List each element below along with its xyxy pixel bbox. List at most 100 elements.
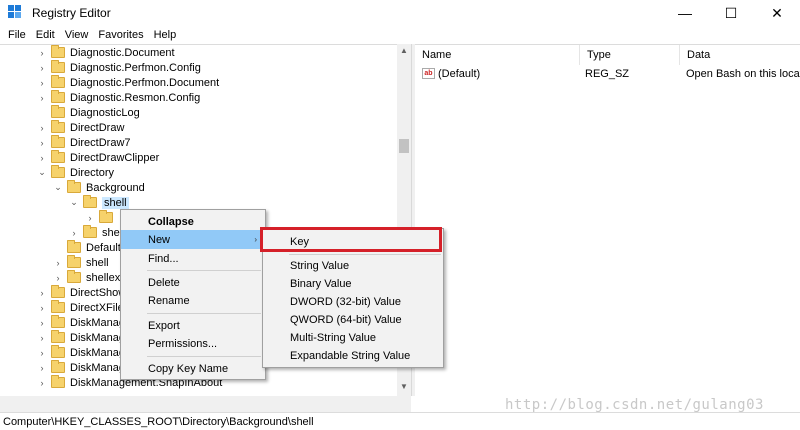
tree-item[interactable]: › DiskManag [37,315,125,330]
tree-item[interactable]: › DirectDrawClipper [37,150,159,165]
tree-item[interactable]: › DiskManag [37,345,125,360]
column-header-type[interactable]: Type [580,45,680,65]
scrollbar-thumb[interactable] [399,139,409,153]
tree-item[interactable]: › DirectXFile [37,300,124,315]
tree-item-label: DiskManag [70,361,126,374]
tree-item[interactable]: ⌄ Background [53,180,145,195]
submenu-string-value[interactable]: String Value [263,256,443,275]
expand-chevron-icon[interactable]: › [85,213,95,223]
expand-chevron-icon[interactable]: › [37,138,47,148]
menu-edit[interactable]: Edit [31,29,60,41]
tree-item[interactable]: › she [69,225,120,240]
context-menu-collapse[interactable]: Collapse [121,212,265,231]
tree-item[interactable]: › Diagnostic.Perfmon.Config [37,60,201,75]
expand-chevron-icon[interactable]: › [37,78,47,88]
submenu-qword-value[interactable]: QWORD (64-bit) Value [263,310,443,329]
submenu-binary-value[interactable]: Binary Value [263,274,443,293]
tree-item[interactable]: DiagnosticLog [37,105,140,120]
menu-help[interactable]: Help [149,29,182,41]
context-menu-copy-key-name[interactable]: Copy Key Name [121,359,265,378]
minimize-button[interactable]: — [662,0,708,26]
expand-chevron-icon[interactable]: › [37,93,47,103]
close-button[interactable]: ✕ [754,0,800,26]
submenu-expandable-string-value[interactable]: Expandable String Value [263,346,443,365]
column-header-name[interactable]: Name [415,45,580,65]
expand-chevron-icon[interactable]: › [37,63,47,73]
tree-item[interactable]: › DiskManag [37,360,125,375]
context-menu: Collapse New › Find... Delete Rename Exp… [120,209,266,380]
expand-chevron-icon[interactable]: › [37,378,47,388]
key-highlight-box [260,227,442,252]
tree-item-label: Diagnostic.Resmon.Config [70,91,201,104]
folder-icon [51,90,65,103]
folder-icon [51,330,65,343]
context-menu-rename[interactable]: Rename [121,291,265,310]
expand-chevron-icon[interactable]: › [37,48,47,58]
status-bar: Computer\HKEY_CLASSES_ROOT\Directory\Bac… [0,412,800,430]
context-menu-permissions[interactable]: Permissions... [121,334,265,353]
expand-chevron-icon[interactable]: › [53,258,63,268]
tree-horizontal-scrollbar[interactable] [0,396,411,412]
tree-item-label: DiagnosticLog [70,106,140,119]
tree-item-label: DirectShow [70,286,127,299]
expand-chevron-icon[interactable]: › [37,288,47,298]
collapse-chevron-icon[interactable]: ⌄ [53,182,63,193]
folder-icon [51,45,65,58]
context-menu-export[interactable]: Export [121,316,265,335]
tree-item[interactable]: ⌄ Directory [37,165,114,180]
expand-chevron-icon[interactable]: › [37,153,47,163]
tree-item-label: DiskManag [70,331,126,344]
folder-icon [51,75,65,88]
title-bar: Registry Editor — ☐ ✕ [0,0,800,26]
tree-item[interactable]: › DirectShow [37,285,126,300]
values-pane[interactable]: Name Type Data ab (Default) REG_SZ Open … [415,44,800,396]
scroll-up-arrow-icon[interactable]: ▲ [397,46,411,55]
folder-icon [67,270,81,283]
context-menu-new-label: New [148,233,171,246]
tree-item-selected[interactable]: ⌄ shell [69,195,129,210]
tree-item[interactable]: › [85,210,118,225]
tree-item[interactable]: › Diagnostic.Resmon.Config [37,90,200,105]
collapse-chevron-icon[interactable]: ⌄ [37,167,47,178]
submenu-dword-value[interactable]: DWORD (32-bit) Value [263,292,443,311]
folder-icon [51,345,65,358]
submenu-multi-string-value[interactable]: Multi-String Value [263,328,443,347]
scroll-down-arrow-icon[interactable]: ▼ [397,382,411,391]
collapse-chevron-icon[interactable]: ⌄ [69,197,79,208]
expand-chevron-icon[interactable]: › [37,318,47,328]
maximize-button[interactable]: ☐ [708,0,754,26]
value-name: (Default) [438,67,481,80]
table-row[interactable]: ab (Default) REG_SZ Open Bash on this lo… [415,65,800,82]
context-menu-delete[interactable]: Delete [121,273,265,292]
expand-chevron-icon[interactable]: › [69,228,79,238]
tree-item[interactable]: › DirectDraw7 [37,135,131,150]
tree-item[interactable]: › Diagnostic.Perfmon.Document [37,75,219,90]
column-header-data[interactable]: Data [680,45,800,65]
expand-chevron-icon[interactable]: › [37,363,47,373]
expand-chevron-icon[interactable]: › [37,333,47,343]
string-value-icon: ab [422,68,435,79]
menu-separator [147,356,261,357]
tree-item-label: Diagnostic.Perfmon.Config [70,61,201,74]
menu-file[interactable]: File [3,29,31,41]
tree-item[interactable]: › Diagnostic.Document [37,45,175,60]
menu-separator [289,254,441,255]
expand-chevron-icon[interactable]: › [53,273,63,283]
tree-item[interactable]: Default [53,240,121,255]
folder-icon [67,240,81,253]
context-menu-new[interactable]: New › [121,230,265,249]
value-data-cell: Open Bash on this locatio [686,67,800,80]
expand-chevron-icon[interactable]: › [37,348,47,358]
tree-item[interactable]: › DirectDraw [37,120,124,135]
tree-item[interactable]: › shell [53,255,109,270]
tree-item-label: Directory [70,166,115,179]
menu-favorites[interactable]: Favorites [93,29,148,41]
watermark: http://blog.csdn.net/gulang03 [505,397,764,413]
menu-view[interactable]: View [60,29,94,41]
context-menu-find[interactable]: Find... [121,249,265,268]
folder-icon [67,255,81,268]
expand-chevron-icon[interactable]: › [37,123,47,133]
expand-chevron-icon[interactable]: › [37,303,47,313]
tree-item[interactable]: › DiskManag [37,330,125,345]
tree-item[interactable]: › shellex [53,270,120,285]
